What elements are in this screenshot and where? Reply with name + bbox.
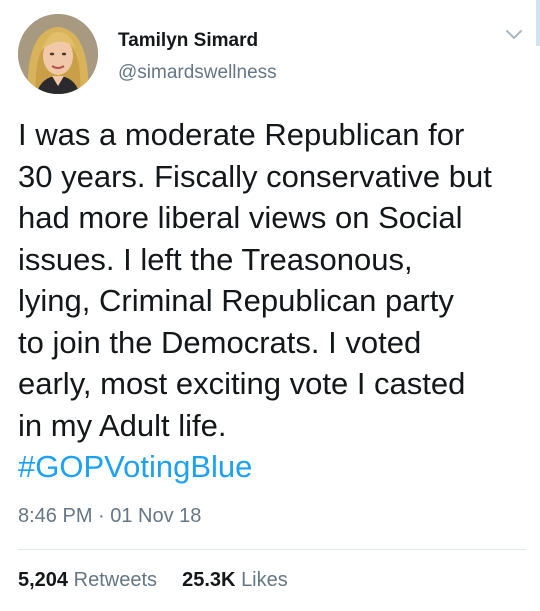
scroll-edge-indicator <box>536 0 540 46</box>
retweets-count: 5,204 <box>18 569 69 591</box>
tweet-text: I was a moderate Republican for 30 years… <box>18 114 530 488</box>
engagement-stats: 5,204 Retweets 25.3K Likes <box>18 569 288 592</box>
likes-label: Likes <box>241 569 288 591</box>
avatar[interactable] <box>18 14 98 94</box>
profile-photo-icon <box>18 14 98 94</box>
chevron-down-icon[interactable] <box>502 24 526 44</box>
tweet-text-line: had more liberal views on Social <box>18 200 463 235</box>
retweets-stat[interactable]: 5,204 Retweets <box>18 569 163 591</box>
tweet-timestamp[interactable]: 8:46 PM · 01 Nov 18 <box>18 505 201 528</box>
tweet-text-line: to join the Democrats. I voted <box>18 324 422 360</box>
tweet-text-line: in my Adult life. <box>18 407 227 443</box>
tweet-text-line: early, most exciting vote I casted <box>18 366 466 401</box>
divider <box>18 549 526 550</box>
hashtag-link[interactable]: #GOPVotingBlue <box>18 446 530 488</box>
tweet-text-line: 30 years. Fiscally conservative but <box>18 158 492 194</box>
tweet-text-line: lying, Criminal Republican party <box>18 283 454 318</box>
display-name[interactable]: Tamilyn Simard <box>118 30 258 52</box>
tweet-text-line: I was a moderate Republican for <box>18 117 465 152</box>
likes-count: 25.3K <box>182 569 236 591</box>
tweet-card: Tamilyn Simard @simardswellness I was a … <box>0 0 540 611</box>
likes-stat[interactable]: 25.3K Likes <box>182 569 288 591</box>
user-handle[interactable]: @simardswellness <box>118 62 277 84</box>
tweet-text-line: issues. I left the Treasonous, <box>18 241 413 277</box>
retweets-label: Retweets <box>73 569 157 591</box>
